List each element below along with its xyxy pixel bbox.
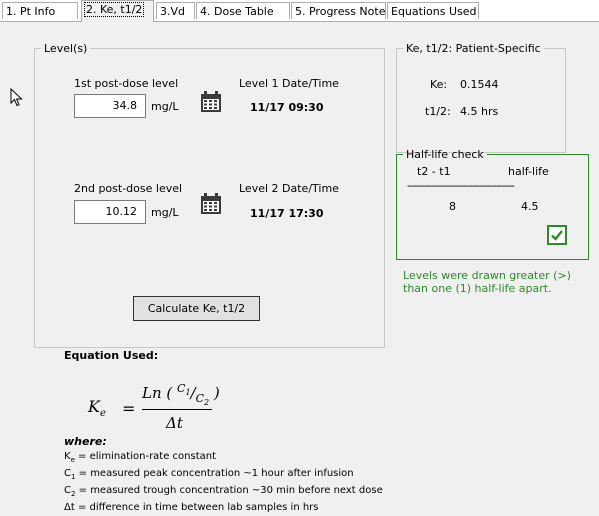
definitions-list: Ke = elimination-rate constant C1 = meas…: [64, 450, 383, 515]
calendar-icon[interactable]: [200, 91, 222, 113]
tab-label: 2. Ke, t1/2: [83, 2, 145, 17]
tab-label: 4. Dose Table: [200, 5, 274, 18]
level1-label: 1st post-dose level: [74, 77, 179, 90]
level1-unit: mg/L: [151, 100, 179, 113]
level2-unit: mg/L: [151, 206, 179, 219]
t12-label: t1/2:: [425, 105, 451, 118]
level2-label: 2nd post-dose level: [74, 182, 183, 195]
definition-item: Ke = elimination-rate constant: [64, 450, 383, 467]
ke-value: 0.1544: [460, 78, 499, 91]
definition-item: C2 = measured trough concentration ~30 m…: [64, 484, 383, 501]
ke-panel-legend: Ke, t1/2: Patient-Specific: [406, 42, 541, 55]
tab-vd[interactable]: 3.Vd: [156, 2, 195, 19]
tab-label: 5. Progress Note: [295, 5, 386, 18]
level1-datetime: 11/17 09:30: [250, 101, 324, 114]
definition-item: Δt = difference in time between lab samp…: [64, 501, 383, 515]
def-text: = measured peak concentration ~1 hour af…: [75, 468, 354, 479]
def-symbol: Δt: [64, 502, 75, 513]
level2-datetime-label: Level 2 Date/Time: [239, 182, 339, 195]
where-text: where: [64, 435, 103, 448]
def-text: = measured trough concentration ~30 min …: [75, 485, 383, 496]
def-text: = elimination-rate constant: [74, 451, 217, 462]
halflife-message: Levels were drawn greater (>) than one (…: [403, 269, 571, 295]
tab-label: 3.Vd: [160, 5, 186, 18]
where-label: where:: [64, 435, 107, 448]
level2-datetime: 11/17 17:30: [250, 207, 324, 220]
ke-panel-group: Ke, t1/2: Patient-Specific: [396, 42, 566, 153]
t12-value: 4.5 hrs: [460, 105, 499, 118]
tab-equations-used[interactable]: Equations Used: [387, 2, 479, 19]
halflife-checkbox: [547, 225, 567, 245]
def-text: = difference in time between lab samples…: [74, 502, 319, 513]
ke-label: Ke:: [430, 78, 448, 91]
halflife-val1: 8: [449, 200, 456, 213]
definition-item: C1 = measured peak concentration ~1 hour…: [64, 467, 383, 484]
def-symbol: C: [64, 485, 71, 496]
halflife-separator: ------------------------------------: [407, 179, 515, 192]
halflife-col2-header: half-life: [508, 165, 549, 178]
tab-ke-t12[interactable]: 2. Ke, t1/2: [81, 0, 154, 22]
halflife-check-legend: Half-life check: [406, 148, 484, 161]
mouse-cursor-icon: [10, 88, 23, 107]
tab-label: 1. Pt Info: [6, 5, 56, 18]
equation-formula: Ke = Ln ( C1/C2 ) Δt: [88, 382, 220, 432]
tab-label: Equations Used: [391, 5, 477, 18]
tab-progress-note[interactable]: 5. Progress Note: [291, 2, 386, 19]
tab-dose-table[interactable]: 4. Dose Table: [196, 2, 290, 19]
tab-bar: 1. Pt Info 2. Ke, t1/2 3.Vd 4. Dose Tabl…: [0, 0, 599, 22]
calculate-ke-button[interactable]: Calculate Ke, t1/2: [133, 296, 260, 321]
level1-input[interactable]: 34.8: [74, 94, 146, 118]
level1-datetime-label: Level 1 Date/Time: [239, 77, 339, 90]
equation-heading: Equation Used:: [64, 349, 159, 362]
checkmark-icon: [551, 230, 563, 241]
halflife-col1-header: t2 - t1: [417, 165, 451, 178]
levels-legend: Level(s): [44, 42, 88, 55]
tab-pt-info[interactable]: 1. Pt Info: [2, 2, 78, 19]
halflife-val2: 4.5: [521, 200, 539, 213]
calendar-icon[interactable]: [200, 193, 222, 215]
level2-input[interactable]: 10.12: [74, 200, 146, 224]
def-symbol: C: [64, 468, 71, 479]
tab-panel: Level(s) 1st post-dose level 34.8 mg/L L…: [0, 22, 599, 516]
